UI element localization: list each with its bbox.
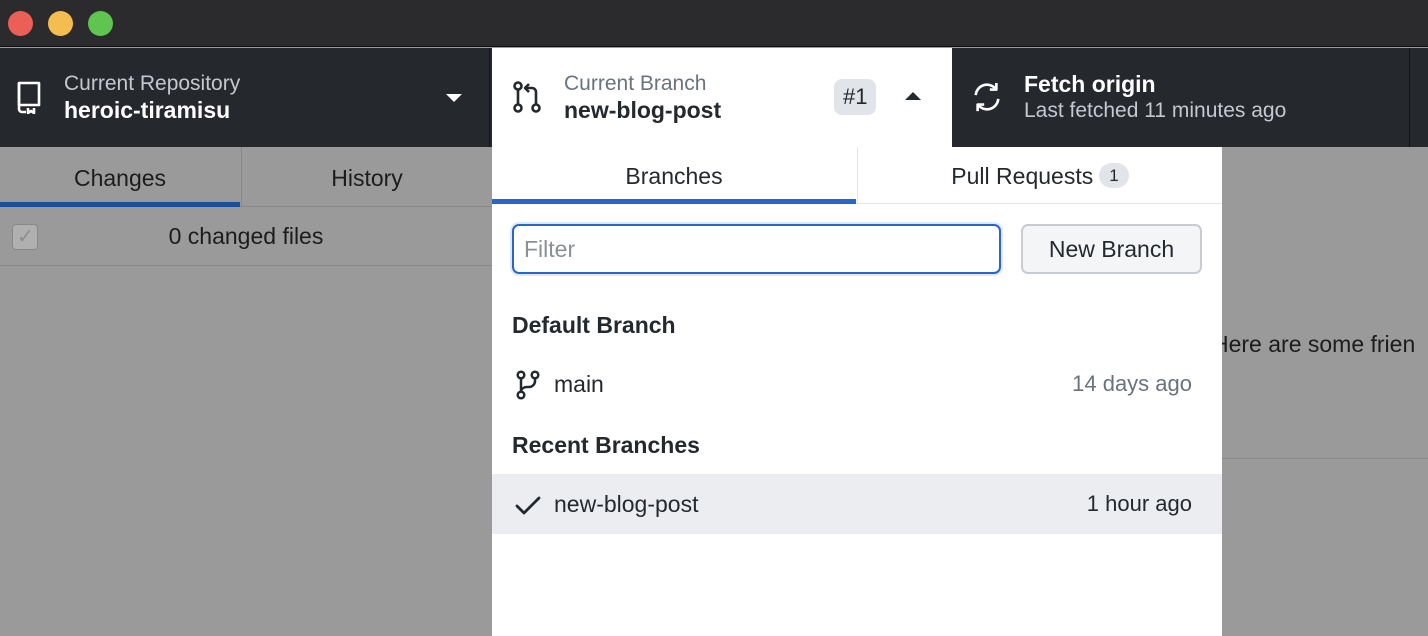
tab-pull-requests-label: Pull Requests	[951, 163, 1094, 189]
pull-request-icon	[513, 81, 541, 113]
current-repository-name: heroic-tiramisu	[64, 97, 231, 123]
sync-icon	[974, 82, 1000, 112]
default-branch-heading: Default Branch	[512, 312, 676, 338]
fetch-origin-label: Fetch origin	[1024, 71, 1156, 97]
divider	[1222, 458, 1428, 459]
current-branch-label: Current Branch	[564, 72, 707, 95]
tab-changes[interactable]: Changes	[0, 147, 240, 207]
branch-row-new-blog-post[interactable]: new-blog-post 1 hour ago	[492, 474, 1222, 534]
branch-name: new-blog-post	[554, 491, 699, 517]
branch-time: 14 days ago	[1072, 371, 1192, 396]
minimize-window-button[interactable]	[48, 11, 73, 36]
current-repository-button[interactable]: Current Repository heroic-tiramisu	[0, 48, 490, 147]
zoom-window-button[interactable]	[88, 11, 113, 36]
branch-name: main	[554, 371, 604, 397]
pull-requests-count-badge: 1	[1099, 163, 1129, 188]
last-fetched-status: Last fetched 11 minutes ago	[1024, 99, 1287, 122]
tab-history[interactable]: History	[241, 147, 492, 207]
close-window-button[interactable]	[8, 11, 33, 36]
suggestions-text: Here are some frien	[1212, 331, 1416, 357]
changes-tabbar: Changes History	[0, 147, 492, 207]
branch-dropdown: Branches Pull Requests1 New Branch Defau…	[492, 147, 1222, 636]
branch-time: 1 hour ago	[1086, 491, 1192, 516]
tab-pull-requests[interactable]: Pull Requests 1	[857, 147, 1222, 204]
current-branch-button[interactable]: Current Branch new-blog-post #1	[492, 48, 952, 147]
branch-row-main[interactable]: main 14 days ago	[492, 354, 1222, 414]
main-content-pane: Here are some frien	[1212, 147, 1428, 636]
repo-icon	[17, 81, 41, 114]
chevron-down-icon	[446, 94, 462, 102]
tab-branches[interactable]: Branches	[492, 147, 856, 204]
pull-request-badge[interactable]: #1	[834, 79, 877, 115]
git-branch-icon	[516, 370, 540, 400]
new-branch-button[interactable]: New Branch	[1021, 224, 1202, 274]
filter-input[interactable]	[512, 224, 1001, 274]
current-branch-name: new-blog-post	[564, 97, 722, 123]
recent-branches-heading: Recent Branches	[512, 432, 700, 458]
fetch-origin-button[interactable]: Fetch origin Last fetched 11 minutes ago	[952, 48, 1410, 147]
changed-files-header: 0 changed files	[0, 207, 492, 266]
changed-files-count: 0 changed files	[168, 223, 324, 249]
window-titlebar	[0, 0, 1428, 47]
check-icon	[515, 496, 541, 515]
chevron-up-icon	[905, 92, 921, 100]
toolbar: Current Repository heroic-tiramisu Curre…	[0, 48, 1428, 147]
current-repository-label: Current Repository	[64, 72, 241, 95]
changes-pane: Changes History 0 changed files	[0, 147, 492, 636]
tab-branches-label: Branches	[625, 163, 723, 189]
branch-dropdown-tabs: Branches Pull Requests 1	[492, 147, 1222, 204]
